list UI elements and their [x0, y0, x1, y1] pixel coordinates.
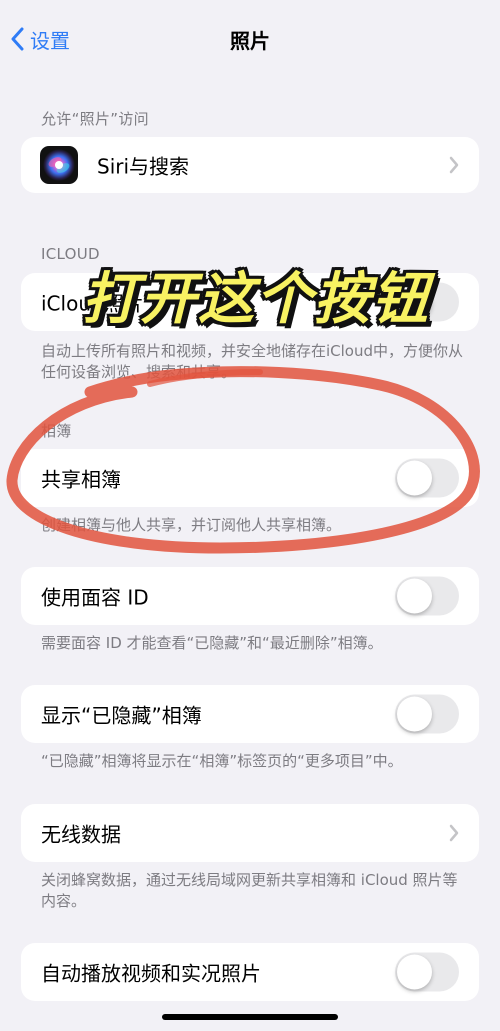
chevron-right-icon [449, 824, 459, 842]
wireless-data-footer: 关闭蜂窝数据，通过无线局域网更新共享相簿和 iCloud 照片等内容。 [41, 871, 458, 910]
autoplay-row: 自动播放视频和实况照片 [21, 943, 479, 1001]
face-id-toggle[interactable] [395, 576, 459, 616]
toggle-knob [397, 460, 432, 496]
wireless-data-label: 无线数据 [41, 822, 121, 847]
section-header-allow-access: 允许“照片”访问 [41, 110, 149, 128]
face-id-footer: 需要面容 ID 才能查看“已隐藏”和“最近删除”相簿。 [41, 634, 383, 652]
page-title: 照片 [230, 29, 270, 53]
show-hidden-toggle[interactable] [395, 694, 459, 734]
siri-icon [40, 146, 78, 184]
siri-search-label: Siri与搜索 [97, 154, 190, 179]
toggle-knob [397, 954, 432, 990]
shared-albums-toggle[interactable] [395, 458, 459, 498]
toggle-knob [397, 696, 432, 732]
shared-albums-footer: 创建相簿与他人共享，并订阅他人共享相簿。 [41, 516, 342, 534]
annotation-text: 打开这个按钮 [82, 267, 430, 332]
wireless-data-row[interactable]: 无线数据 [21, 804, 479, 862]
shared-albums-label: 共享相簿 [41, 467, 121, 492]
toggle-knob [397, 578, 432, 614]
show-hidden-row: 显示“已隐藏”相簿 [21, 685, 479, 743]
show-hidden-label: 显示“已隐藏”相簿 [41, 703, 202, 728]
autoplay-toggle[interactable] [395, 952, 459, 992]
autoplay-label: 自动播放视频和实况照片 [41, 961, 261, 986]
shared-albums-row: 共享相簿 [21, 449, 479, 507]
show-hidden-footer: “已隐藏”相簿将显示在“相簿”标签页的“更多项目”中。 [41, 752, 403, 770]
icloud-footer: 自动上传所有照片和视频，并安全地储存在iCloud中，方便你从任何设备浏览、搜索… [41, 342, 464, 381]
face-id-label: 使用面容 ID [41, 585, 149, 610]
siri-search-row[interactable]: Siri与搜索 [21, 137, 479, 193]
home-indicator [162, 1014, 338, 1020]
chevron-right-icon [449, 156, 459, 174]
face-id-row: 使用面容 ID [21, 567, 479, 625]
section-header-albums: 相簿 [41, 422, 72, 440]
navigation-bar: 设置 照片 [0, 0, 500, 78]
